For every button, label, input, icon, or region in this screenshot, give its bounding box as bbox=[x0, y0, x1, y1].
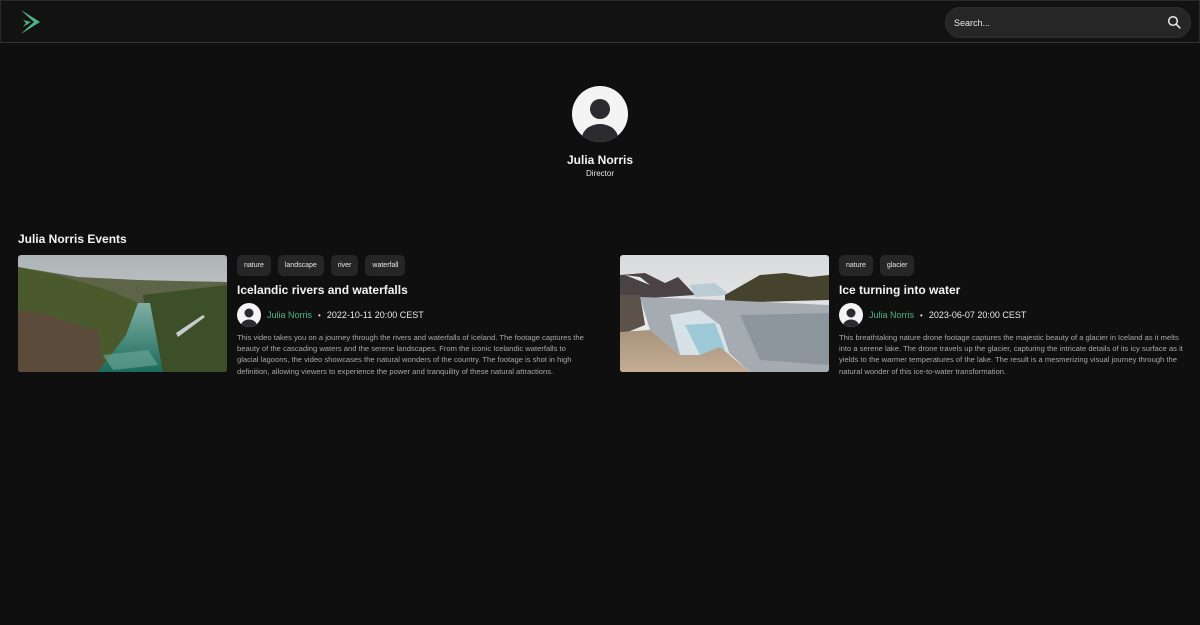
event-card[interactable]: nature glacier Ice turning into water Ju… bbox=[620, 255, 1200, 395]
separator-dot: • bbox=[318, 310, 321, 320]
profile-header: Julia Norris Director bbox=[0, 86, 1200, 178]
profile-name: Julia Norris bbox=[566, 153, 634, 167]
event-meta: Julia Norris • 2023-06-07 20:00 CEST bbox=[839, 303, 1194, 327]
user-avatar-icon bbox=[839, 303, 863, 327]
search-input[interactable] bbox=[954, 8, 1154, 37]
user-avatar-icon bbox=[237, 303, 261, 327]
river-canyon-image[interactable] bbox=[18, 255, 227, 372]
author-link[interactable]: Julia Norris bbox=[267, 310, 312, 320]
event-description: This video takes you on a journey throug… bbox=[237, 333, 584, 376]
glacier-lake-image[interactable] bbox=[620, 255, 829, 372]
event-datetime: 2023-06-07 20:00 CEST bbox=[928, 310, 1027, 320]
event-datetime: 2022-10-11 20:00 CEST bbox=[326, 310, 424, 320]
user-avatar-icon bbox=[572, 86, 628, 142]
tag-list: nature landscape river waterfall bbox=[237, 255, 592, 276]
event-description: This breathtaking nature drone footage c… bbox=[839, 333, 1183, 376]
event-meta: Julia Norris • 2022-10-11 20:00 CEST bbox=[237, 303, 592, 327]
play-arrow-logo-icon[interactable] bbox=[19, 9, 41, 35]
tag[interactable]: river bbox=[330, 255, 359, 276]
event-info: nature glacier Ice turning into water Ju… bbox=[839, 255, 1194, 377]
search-icon[interactable] bbox=[1167, 15, 1181, 29]
event-title[interactable]: Icelandic rivers and waterfalls bbox=[237, 283, 592, 297]
search-bar bbox=[945, 7, 1191, 38]
profile-role: Director bbox=[585, 169, 614, 178]
author-link[interactable]: Julia Norris bbox=[869, 310, 914, 320]
tag[interactable]: waterfall bbox=[365, 255, 406, 276]
event-info: nature landscape river waterfall Iceland… bbox=[237, 255, 592, 377]
events-section-title: Julia Norris Events bbox=[18, 232, 127, 246]
event-card[interactable]: nature landscape river waterfall Iceland… bbox=[18, 255, 598, 395]
separator-dot: • bbox=[920, 310, 923, 320]
tag[interactable]: landscape bbox=[277, 255, 324, 276]
top-navigation-bar bbox=[0, 0, 1200, 43]
tag[interactable]: nature bbox=[237, 255, 271, 276]
tag[interactable]: nature bbox=[839, 255, 873, 276]
tag[interactable]: glacier bbox=[879, 255, 915, 276]
event-title[interactable]: Ice turning into water bbox=[839, 283, 1194, 297]
tag-list: nature glacier bbox=[839, 255, 1194, 276]
